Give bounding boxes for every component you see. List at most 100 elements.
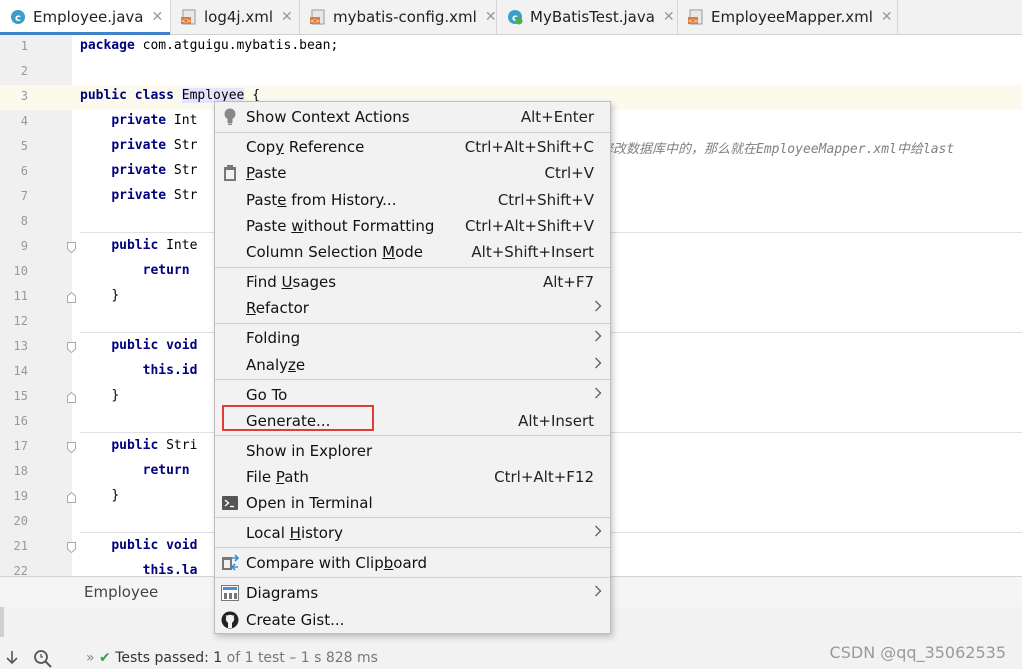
menu-item-refactor[interactable]: Refactor <box>215 295 610 321</box>
expand-chevron-icon[interactable]: » <box>86 650 95 666</box>
line-number: 20 <box>13 514 28 528</box>
side-strip <box>0 607 4 637</box>
close-icon[interactable]: ✕ <box>881 9 893 25</box>
shortcut: Alt+Shift+Insert <box>471 243 594 261</box>
menu-item-show-context-actions[interactable]: Show Context Actions Alt+Enter <box>215 104 610 130</box>
tab-mybatis-config-xml[interactable]: <> mybatis-config.xml ✕ <box>300 0 497 34</box>
xml-file-icon: <> <box>310 9 326 25</box>
test-status: » ✔ Tests passed: 1 of 1 test – 1 s 828 … <box>86 650 378 666</box>
line-number: 22 <box>13 564 28 576</box>
code-text: this.la <box>142 563 198 576</box>
fold-end-marker-icon[interactable] <box>67 392 76 403</box>
menu-item-show-in-explorer[interactable]: Show in Explorer <box>215 438 610 464</box>
line-number: 10 <box>13 264 28 278</box>
tab-employee-java[interactable]: c Employee.java ✕ <box>0 0 171 35</box>
close-icon[interactable]: ✕ <box>485 9 497 25</box>
menu-item-analyze[interactable]: Analyze <box>215 352 610 378</box>
menu-item-create-gist[interactable]: Create Gist... <box>215 607 610 633</box>
fold-marker-icon[interactable] <box>67 442 76 453</box>
code-text: } <box>111 288 120 303</box>
menu-item-find-usages[interactable]: Find Usages Alt+F7 <box>215 269 610 295</box>
test-status-count: 1 <box>213 650 223 666</box>
close-icon[interactable]: ✕ <box>663 9 675 25</box>
menu-item-copy-reference[interactable]: Copy Reference Ctrl+Alt+Shift+C <box>215 134 610 160</box>
code-text: public Inte <box>111 238 198 253</box>
shortcut: Ctrl+Alt+Shift+C <box>464 138 594 156</box>
watermark: CSDN @qq_35062535 <box>829 643 1006 662</box>
menu-item-compare-with-clipboard[interactable]: Compare with Clipboard <box>215 550 610 576</box>
code-text: public void <box>111 338 198 353</box>
line-number: 11 <box>13 289 28 303</box>
close-icon[interactable]: ✕ <box>152 9 164 25</box>
shortcut: Alt+F7 <box>542 273 594 291</box>
code-line: 2 <box>0 60 1022 85</box>
code-text: } <box>111 488 120 503</box>
menu-separator <box>215 547 610 548</box>
fold-end-marker-icon[interactable] <box>67 292 76 303</box>
svg-text:<>: <> <box>688 18 698 25</box>
line-number: 14 <box>13 364 28 378</box>
line-number: 21 <box>13 539 28 553</box>
menu-item-local-history[interactable]: Local History <box>215 520 610 546</box>
fold-marker-icon[interactable] <box>67 342 76 353</box>
code-text: package com.atguigu.mybatis.bean; <box>80 38 339 53</box>
menu-separator <box>215 323 610 324</box>
code-text: private Str <box>111 138 198 153</box>
line-number: 5 <box>20 139 28 153</box>
menu-item-open-in-terminal[interactable]: Open in Terminal <box>215 490 610 516</box>
breadcrumb-item[interactable]: Employee <box>84 583 158 601</box>
menu-item-paste-without-formatting[interactable]: Paste without Formatting Ctrl+Alt+Shift+… <box>215 213 610 239</box>
code-text: this.id <box>142 363 198 378</box>
fold-end-marker-icon[interactable] <box>67 492 76 503</box>
submenu-arrow-icon <box>594 584 602 602</box>
tab-label: log4j.xml <box>204 8 274 26</box>
search-icon[interactable] <box>32 648 54 670</box>
menu-item-file-path[interactable]: File Path Ctrl+Alt+F12 <box>215 464 610 490</box>
line-number: 8 <box>20 214 28 228</box>
menu-separator <box>215 517 610 518</box>
menu-separator <box>215 435 610 436</box>
code-text: return <box>142 263 190 278</box>
menu-item-column-selection-mode[interactable]: Column Selection Mode Alt+Shift+Insert <box>215 239 610 265</box>
shortcut: Ctrl+Shift+V <box>497 191 594 209</box>
test-status-detail: of 1 test – 1 s 828 ms <box>226 650 378 666</box>
tab-mybatistest-java[interactable]: c MyBatisTest.java ✕ <box>497 0 678 34</box>
java-test-class-icon: c <box>507 9 523 25</box>
tab-label: Employee.java <box>33 8 144 26</box>
code-text: private Str <box>111 163 198 178</box>
svg-text:<>: <> <box>310 18 320 25</box>
line-number: 18 <box>13 464 28 478</box>
tab-label: mybatis-config.xml <box>333 8 477 26</box>
menu-separator <box>215 379 610 380</box>
fold-marker-icon[interactable] <box>67 242 76 253</box>
tab-employeemapper-xml[interactable]: <> EmployeeMapper.xml ✕ <box>678 0 898 34</box>
menu-item-folding[interactable]: Folding <box>215 325 610 351</box>
code-text: } <box>111 388 120 403</box>
menu-item-diagrams[interactable]: Diagrams <box>215 580 610 606</box>
tab-label: EmployeeMapper.xml <box>711 8 873 26</box>
line-number: 7 <box>20 189 28 203</box>
check-icon: ✔ <box>99 650 111 666</box>
clipboard-icon <box>221 164 239 182</box>
diagram-icon <box>221 584 239 602</box>
menu-item-paste-from-history[interactable]: Paste from History... Ctrl+Shift+V <box>215 187 610 213</box>
line-number: 4 <box>20 114 28 128</box>
fold-marker-icon[interactable] <box>67 542 76 553</box>
scroll-down-icon[interactable] <box>4 649 20 667</box>
menu-separator <box>215 577 610 578</box>
line-number: 19 <box>13 489 28 503</box>
tab-log4j-xml[interactable]: <> log4j.xml ✕ <box>171 0 300 34</box>
submenu-arrow-icon <box>594 329 602 347</box>
menu-item-paste[interactable]: Paste Ctrl+V <box>215 160 610 186</box>
close-icon[interactable]: ✕ <box>281 9 293 25</box>
lightbulb-icon <box>221 108 239 126</box>
code-text: public void <box>111 538 198 553</box>
code-comment: 修改数据库中的，那么就在EmployeeMapper.xml中给last <box>600 142 955 157</box>
editor-tab-bar: c Employee.java ✕ <> log4j.xml ✕ <> myba… <box>0 0 1022 35</box>
shortcut: Ctrl+V <box>544 164 594 182</box>
submenu-arrow-icon <box>594 356 602 374</box>
svg-text:c: c <box>15 13 21 24</box>
tab-label: MyBatisTest.java <box>530 8 655 26</box>
line-number: 16 <box>13 414 28 428</box>
line-number: 13 <box>13 339 28 353</box>
